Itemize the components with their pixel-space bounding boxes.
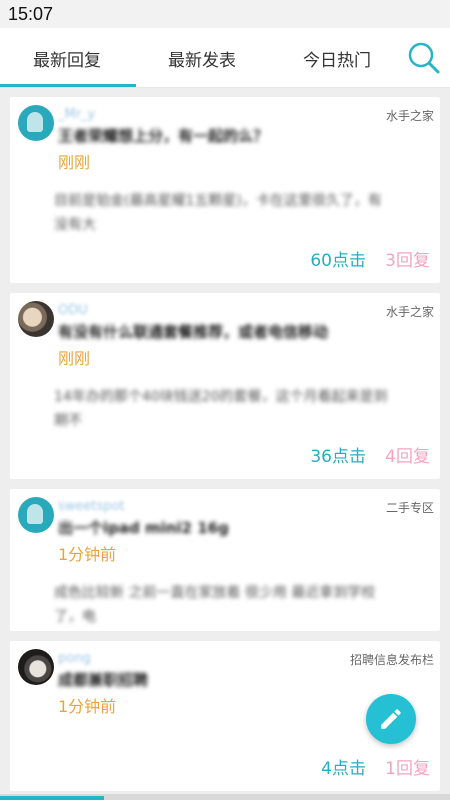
username[interactable]: pong xyxy=(58,651,91,666)
post-title[interactable]: 出一个ipad mini2 16g xyxy=(58,517,400,538)
forum-label: 二手专区 xyxy=(385,501,434,515)
avatar[interactable] xyxy=(18,105,54,141)
forum-label: 水手之家 xyxy=(385,305,434,319)
search-icon xyxy=(408,42,440,74)
avatar[interactable] xyxy=(18,497,54,533)
bottom-bar xyxy=(0,794,450,800)
username[interactable]: _Mr_y xyxy=(58,107,95,122)
reply-count: 1回复 xyxy=(385,759,430,779)
post-feed: _Mr_y 水手之家 王者荣耀想上分，有一起的么？ 刚刚 目前是铂金(最高星耀1… xyxy=(0,89,450,794)
forum-label: 水手之家 xyxy=(385,109,434,123)
post-time: 刚刚 xyxy=(58,349,91,368)
post-excerpt: 目前是铂金(最高星耀1五颗星)，卡在这里很久了，有没有大 xyxy=(54,193,382,233)
post-title[interactable]: 成都兼职招聘 xyxy=(58,669,400,690)
post-card[interactable]: ODU 水手之家 有没有什么联通套餐推荐，或者电信移动 刚刚 14年办的那个40… xyxy=(10,293,440,479)
post-time: 刚刚 xyxy=(58,153,91,172)
reply-count: 3回复 xyxy=(385,251,430,271)
default-avatar-icon xyxy=(27,112,43,132)
edit-pencil-icon xyxy=(381,709,401,729)
post-time: 1分钟前 xyxy=(58,697,117,716)
active-tab-indicator xyxy=(0,84,136,87)
click-count: 60点击 xyxy=(310,251,366,271)
username[interactable]: sweetspot xyxy=(58,499,125,514)
post-excerpt: 14年办的那个40块钱送20的套餐，这个月看起来是到期不 xyxy=(54,389,388,429)
bottom-accent xyxy=(0,796,104,800)
post-card[interactable]: _Mr_y 水手之家 王者荣耀想上分，有一起的么？ 刚刚 目前是铂金(最高星耀1… xyxy=(10,97,440,283)
post-title[interactable]: 王者荣耀想上分，有一起的么？ xyxy=(58,125,400,146)
post-card[interactable]: sweetspot 二手专区 出一个ipad mini2 16g 1分钟前 成色… xyxy=(10,489,440,631)
forum-label: 招聘信息发布栏 xyxy=(349,653,434,667)
click-count: 4点击 xyxy=(321,759,366,779)
click-count: 36点击 xyxy=(310,447,366,467)
username[interactable]: ODU xyxy=(58,303,88,318)
default-avatar-icon xyxy=(27,504,43,524)
tab-bar: 最新回复 最新发表 今日热门 xyxy=(0,28,450,88)
status-time: 15:07 xyxy=(8,4,54,24)
avatar[interactable] xyxy=(18,301,54,337)
post-time: 1分钟前 xyxy=(58,545,117,564)
status-bar: 15:07 xyxy=(0,0,450,28)
tab-latest-posts[interactable]: 最新发表 xyxy=(135,28,269,88)
tab-latest-replies[interactable]: 最新回复 xyxy=(0,28,134,88)
search-button[interactable] xyxy=(404,38,444,78)
post-excerpt: 成色比较新 之前一直在家放着 很少用 最近拿到学校了，电 xyxy=(54,585,376,625)
avatar[interactable] xyxy=(18,649,54,685)
post-title[interactable]: 有没有什么联通套餐推荐，或者电信移动 xyxy=(58,321,400,342)
compose-post-button[interactable] xyxy=(366,694,416,744)
tab-today-hot[interactable]: 今日热门 xyxy=(270,28,404,88)
reply-count: 4回复 xyxy=(385,447,430,467)
